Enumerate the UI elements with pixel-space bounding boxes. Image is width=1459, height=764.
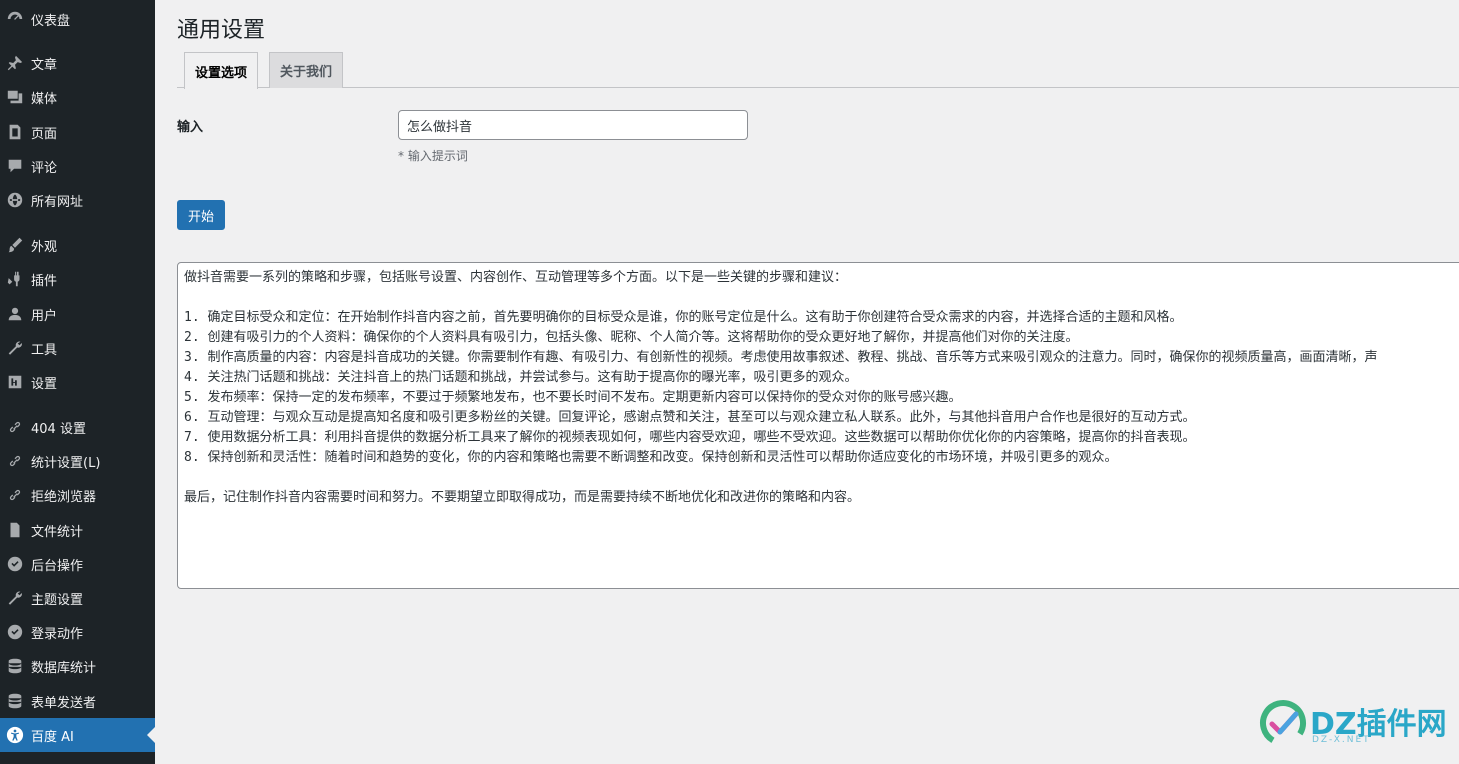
sidebar-item-14[interactable]: 文件统计 <box>0 513 155 547</box>
sidebar-item-2[interactable]: 媒体 <box>0 80 155 114</box>
admin-sidebar: 仪表盘文章媒体页面评论所有网址外观插件用户工具设置 404 设置 统计设置(L) 拒绝… <box>0 0 155 764</box>
database-icon <box>0 684 30 718</box>
input-hint: * 输入提示词 <box>398 149 468 163</box>
sidebar-item-20[interactable]: 百度 AI <box>0 718 155 752</box>
output-line: 做抖音需要一系列的策略和步骤，包括账号设置、内容创作、互动管理等多个方面。以下是… <box>184 270 848 285</box>
output-line: 2. 创建有吸引力的个人资料：确保你的个人资料具有吸引力，包括头像、昵称、个人简… <box>184 330 1079 345</box>
sidebar-item-label: 插件 <box>31 273 58 289</box>
sidebar-item-label: 后台操作 <box>31 558 84 574</box>
sidebar-item-17[interactable]: 登录动作 <box>0 615 155 649</box>
file-icon <box>0 513 30 547</box>
sidebar-item-label: 统计设置(L) <box>31 455 101 471</box>
brush-icon <box>0 228 30 262</box>
sidebar-item-0[interactable]: 仪表盘 <box>0 2 155 36</box>
page-icon <box>0 115 30 149</box>
watermark-subtext: DZ-X.NET <box>1312 735 1371 745</box>
sidebar-item-label: 文章 <box>31 57 58 73</box>
tab-about-us[interactable]: 关于我们 <box>269 52 344 88</box>
wrench-icon <box>0 331 30 365</box>
tab-settings-options[interactable]: 设置选项 <box>184 52 259 89</box>
output-line: 3. 制作高质量的内容：内容是抖音成功的关键。你需要制作有趣、有吸引力、有创新性… <box>184 350 1378 365</box>
sidebar-item-label: 拒绝浏览器 <box>31 489 97 505</box>
main-content: 通用设置 设置选项 关于我们 输入 * 输入提示词 开始 做抖音需要一系列的策略… <box>155 0 1459 764</box>
sidebar-item-5[interactable]: 所有网址 <box>0 183 155 217</box>
sidebar-item-label: 设置 <box>31 376 58 392</box>
sidebar-item-label: 所有网址 <box>31 194 84 210</box>
start-button[interactable]: 开始 <box>177 200 225 230</box>
media-icon <box>0 80 30 114</box>
output-textarea[interactable]: 做抖音需要一系列的策略和步骤，包括账号设置、内容创作、互动管理等多个方面。以下是… <box>177 262 1459 589</box>
watermark-logo: DZ插件网 DZ-X.NET <box>1258 697 1448 753</box>
sidebar-item-label: 工具 <box>31 342 58 358</box>
sidebar-item-label: 外观 <box>31 239 58 255</box>
sidebar-item-label: 主题设置 <box>31 592 84 608</box>
sidebar-item-9[interactable]: 工具 <box>0 331 155 365</box>
sidebar-item-11[interactable]: 404 设置 <box>0 410 155 444</box>
user-icon <box>0 297 30 331</box>
tab-bar: 设置选项 关于我们 <box>177 52 1459 89</box>
settings-icon <box>0 365 30 399</box>
sidebar-item-15[interactable]: 后台操作 <box>0 547 155 581</box>
pin-icon <box>0 46 30 80</box>
link-icon <box>0 444 30 478</box>
page-title: 通用设置 <box>177 18 266 43</box>
sidebar-item-18[interactable]: 数据库统计 <box>0 649 155 683</box>
sidebar-item-label: 百度 AI <box>31 729 74 745</box>
accessibility-icon <box>0 718 30 752</box>
sidebar-item-10[interactable]: 设置 <box>0 365 155 399</box>
check-circle-icon <box>0 547 30 581</box>
comment-icon <box>0 149 30 183</box>
globe-icon <box>0 183 30 217</box>
sidebar-item-7[interactable]: 插件 <box>0 262 155 296</box>
output-line: 5. 发布频率：保持一定的发布频率，不要过于频繁地发布，也不要长时间不发布。定期… <box>184 390 962 405</box>
sidebar-item-12[interactable]: 统计设置(L) <box>0 444 155 478</box>
check-circle-icon <box>0 615 30 649</box>
sidebar-item-label: 文件统计 <box>31 524 84 540</box>
database-icon <box>0 649 30 683</box>
sidebar-item-label: 用户 <box>31 308 58 324</box>
sidebar-item-13[interactable]: 拒绝浏览器 <box>0 478 155 512</box>
dashboard-icon <box>0 2 30 36</box>
input-label: 输入 <box>177 120 204 135</box>
sidebar-item-label: 页面 <box>31 126 58 142</box>
output-line: 7. 使用数据分析工具：利用抖音提供的数据分析工具来了解你的视频表现如何，哪些内… <box>184 430 1196 445</box>
link-icon <box>0 410 30 444</box>
sidebar-item-label: 评论 <box>31 160 58 176</box>
sidebar-item-1[interactable]: 文章 <box>0 46 155 80</box>
plugin-icon <box>0 262 30 296</box>
output-line: 最后，记住制作抖音内容需要时间和努力。不要期望立即取得成功，而是需要持续不断地优… <box>184 490 861 505</box>
sidebar-item-label: 媒体 <box>31 91 58 107</box>
output-line: 6. 互动管理：与观众互动是提高知名度和吸引更多粉丝的关键。回复评论，感谢点赞和… <box>184 410 1196 425</box>
sidebar-item-label: 数据库统计 <box>31 660 97 676</box>
dz-logo-icon <box>1260 700 1306 746</box>
output-line: 1. 确定目标受众和定位：在开始制作抖音内容之前，首先要明确你的目标受众是谁，你… <box>184 310 1183 325</box>
output-line: 4. 关注热门话题和挑战：关注抖音上的热门话题和挑战，并尝试参与。这有助于提高你… <box>184 370 858 385</box>
sidebar-item-6[interactable]: 外观 <box>0 228 155 262</box>
sidebar-item-3[interactable]: 页面 <box>0 115 155 149</box>
sidebar-item-4[interactable]: 评论 <box>0 149 155 183</box>
output-line: 8. 保持创新和灵活性：随着时间和趋势的变化，你的内容和策略也需要不断调整和改变… <box>184 450 1118 465</box>
sidebar-item-label: 仪表盘 <box>31 13 71 29</box>
sidebar-item-label: 表单发送者 <box>31 695 97 711</box>
sidebar-item-19[interactable]: 表单发送者 <box>0 684 155 718</box>
sidebar-item-label: 404 设置 <box>31 421 86 437</box>
wrench-icon <box>0 581 30 615</box>
sidebar-item-label: 登录动作 <box>31 626 84 642</box>
prompt-input[interactable] <box>398 110 748 140</box>
link-icon <box>0 478 30 512</box>
sidebar-item-16[interactable]: 主题设置 <box>0 581 155 615</box>
sidebar-item-8[interactable]: 用户 <box>0 297 155 331</box>
